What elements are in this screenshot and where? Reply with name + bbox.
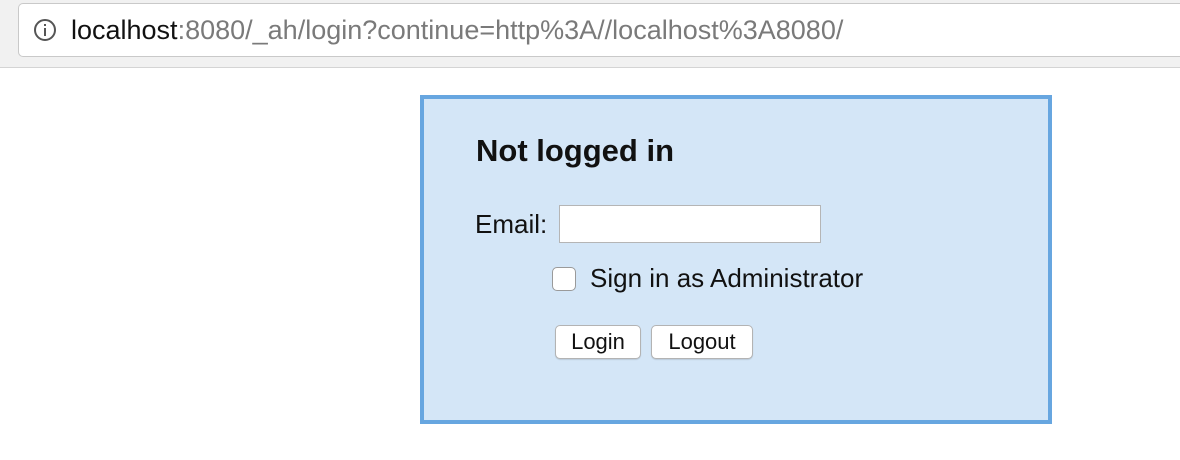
url-path: :8080/_ah/login?continue=http%3A//localh… [177,14,844,45]
admin-checkbox[interactable] [552,266,576,291]
admin-checkbox-row[interactable]: Sign in as Administrator [552,263,863,294]
logout-button[interactable]: Logout [651,325,753,359]
login-panel: Not logged in Email: Sign in as Administ… [420,95,1052,424]
admin-checkbox-label[interactable]: Sign in as Administrator [590,263,863,294]
url-text[interactable]: localhost:8080/_ah/login?continue=http%3… [71,15,843,46]
login-button[interactable]: Login [555,325,641,359]
url-host: localhost [71,14,178,45]
browser-toolbar: localhost:8080/_ah/login?continue=http%3… [0,0,1180,68]
email-label: Email: [475,209,548,239]
email-field[interactable] [559,205,821,243]
address-bar[interactable]: localhost:8080/_ah/login?continue=http%3… [18,3,1180,57]
page-title: Not logged in [476,133,675,168]
info-icon[interactable] [33,18,57,42]
